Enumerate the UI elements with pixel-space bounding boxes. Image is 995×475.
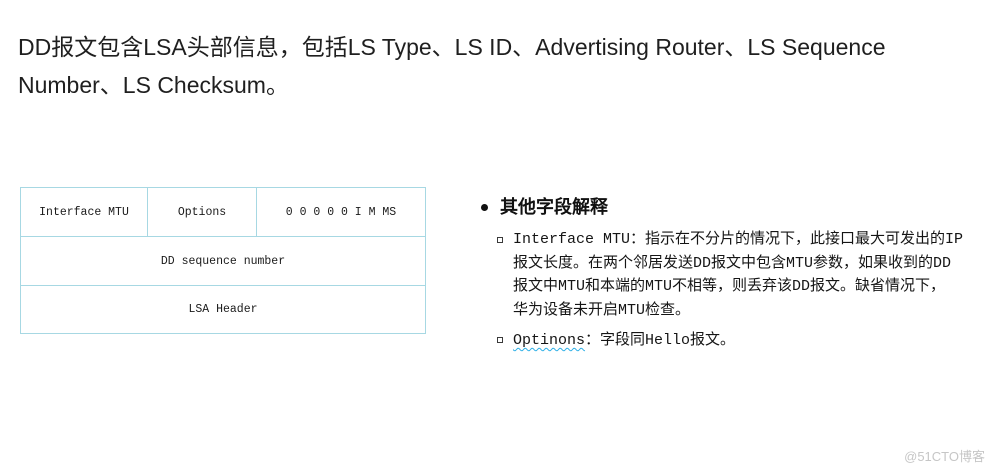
table-cell-flags: 0 0 0 0 0 I M MS	[256, 187, 426, 237]
list-item-interface-mtu: Interface MTU：指示在不分片的情况下，此接口最大可发出的IP 报文长…	[513, 228, 963, 322]
list-item-line: 报文中MTU和本端的MTU不相等，则丢弃该DD报文。缺省情况下，	[513, 278, 946, 295]
hollow-square-icon	[497, 337, 503, 343]
table-row: LSA Header	[20, 285, 426, 334]
list-item-text: ：字段同Hello报文。	[585, 332, 736, 349]
table-cell-dd-sequence-number: DD sequence number	[20, 236, 426, 286]
table-row: DD sequence number	[20, 236, 426, 286]
watermark: @51CTO博客	[904, 449, 985, 464]
bullet-dot-icon	[481, 204, 488, 211]
table-cell-options: Options	[147, 187, 257, 237]
list-item-line: 华为设备未开启MTU检查。	[513, 301, 691, 319]
hollow-square-icon	[497, 237, 503, 243]
table-row: Interface MTU Options 0 0 0 0 0 I M MS	[20, 187, 426, 237]
table-cell-interface-mtu: Interface MTU	[20, 187, 148, 237]
table-cell-lsa-header: LSA Header	[20, 285, 426, 334]
slide: DD报文包含LSA头部信息，包括LS Type、LS ID、Advertisin…	[0, 0, 995, 475]
title-line-2: Number、LS Checksum。	[18, 72, 289, 98]
spellcheck-flagged-term: Optinons	[513, 332, 586, 349]
list-item-options: Optinons：字段同Hello报文。	[513, 329, 735, 353]
page-title: DD报文包含LSA头部信息，包括LS Type、LS ID、Advertisin…	[18, 28, 886, 104]
list-item-line: Interface MTU：指示在不分片的情况下，此接口最大可发出的IP	[513, 231, 964, 248]
list-item-line: 报文长度。在两个邻居发送DD报文中包含MTU参数，如果收到的DD	[513, 254, 952, 272]
title-line-1: DD报文包含LSA头部信息，包括LS Type、LS ID、Advertisin…	[18, 34, 886, 60]
dd-packet-format-table: Interface MTU Options 0 0 0 0 0 I M MS D…	[20, 187, 426, 334]
section-heading: 其他字段解释	[500, 197, 608, 217]
